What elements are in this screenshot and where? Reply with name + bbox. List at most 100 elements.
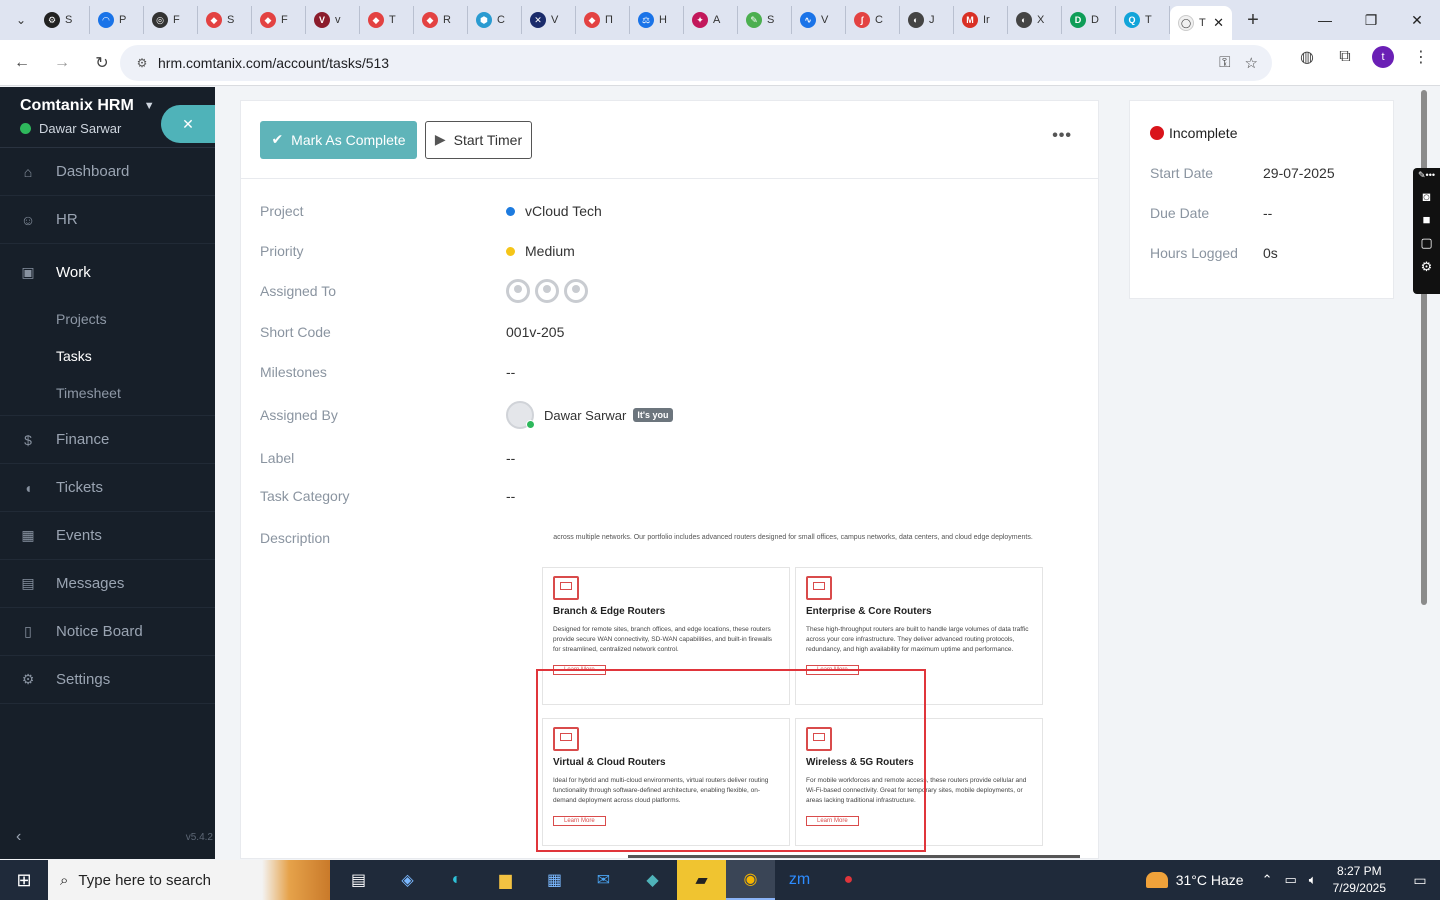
browser-menu-icon[interactable]: ⋮ xyxy=(1410,47,1432,67)
notifications-icon[interactable]: ▭ xyxy=(1400,872,1440,889)
browser-tab[interactable]: ◆ S xyxy=(198,6,252,34)
sidebar-item-dashboard[interactable]: ⌂ Dashboard xyxy=(0,148,215,196)
close-sidebar-button[interactable]: ✕ xyxy=(161,105,215,143)
browser-tab[interactable]: ⚖ H xyxy=(630,6,684,34)
close-tab-icon[interactable]: ✕ xyxy=(1213,15,1224,31)
horizontal-scrollbar[interactable] xyxy=(628,855,1080,858)
copilot-icon[interactable]: ◈ xyxy=(383,860,432,900)
browser-tab[interactable]: ✦ A xyxy=(684,6,738,34)
task-category-value: -- xyxy=(506,488,516,504)
weather-widget[interactable]: 31°C Haze xyxy=(1145,872,1244,888)
new-tab-button[interactable]: + xyxy=(1238,9,1268,32)
browser-tab[interactable]: ◆ F xyxy=(252,6,306,34)
minimize-icon[interactable]: — xyxy=(1302,0,1348,40)
app-diamond-icon[interactable]: ◆ xyxy=(628,860,677,900)
sticky-notes-icon[interactable]: ▰ xyxy=(677,860,726,900)
site-info-icon[interactable]: ⚙ xyxy=(128,56,156,70)
avatar[interactable] xyxy=(506,279,530,303)
browser-tab[interactable]: ◆ П xyxy=(576,6,630,34)
password-key-icon[interactable]: ⚿ xyxy=(1219,54,1230,72)
label-value: -- xyxy=(506,450,516,466)
edge-icon[interactable]: ◐ xyxy=(432,860,481,900)
reload-icon[interactable]: ↻ xyxy=(84,45,120,81)
menu-icon: ☺ xyxy=(20,211,36,228)
mark-complete-button[interactable]: ✔ Mark As Complete xyxy=(260,120,417,159)
avatar[interactable] xyxy=(506,401,535,429)
gear-icon[interactable]: ⚙ xyxy=(1421,259,1433,275)
extensions-puzzle-icon[interactable]: ⧉ xyxy=(1334,48,1356,66)
start-timer-button[interactable]: ▶ Start Timer xyxy=(425,120,532,159)
store-icon[interactable]: ▦ xyxy=(530,860,579,900)
browser-tab[interactable]: ∫ C xyxy=(846,6,900,34)
profile-avatar[interactable]: t xyxy=(1372,46,1394,68)
avatar[interactable] xyxy=(564,279,588,303)
sidebar-item-events[interactable]: ▦ Events xyxy=(0,512,215,560)
zoom-icon[interactable]: zm xyxy=(775,860,824,900)
sidebar-item-tickets[interactable]: ◖ Tickets xyxy=(0,464,215,512)
url-text[interactable]: hrm.comtanix.com/account/tasks/513 xyxy=(158,55,389,71)
browser-tab[interactable]: ⬢ C xyxy=(468,6,522,34)
browser-tab[interactable]: M Ir xyxy=(954,6,1008,34)
sidebar-subitem-timesheet[interactable]: Timesheet xyxy=(0,374,215,411)
network-icon[interactable]: ▭ xyxy=(1285,872,1297,888)
browser-tab[interactable]: ◐ X xyxy=(1008,6,1062,34)
sidebar-item-label: Events xyxy=(56,527,102,544)
clock-date: 7/29/2025 xyxy=(1332,881,1386,895)
browser-tab[interactable]: QT xyxy=(1116,6,1170,34)
tray-chevron-up-icon[interactable]: ⌃ xyxy=(1262,872,1273,888)
browser-tab[interactable]: ◆ R xyxy=(414,6,468,34)
task-view-icon[interactable]: ▤ xyxy=(334,860,383,900)
router-icon xyxy=(806,576,832,600)
sidebar-subitem-projects[interactable]: Projects xyxy=(0,300,215,337)
clock[interactable]: 8:27 PM 7/29/2025 xyxy=(1333,863,1386,897)
browser-tab[interactable]: DD xyxy=(1062,6,1116,34)
browser-tab[interactable]: ◐ J xyxy=(900,6,954,34)
sidebar-item-work[interactable]: ▣ Work xyxy=(0,244,215,300)
tab-label: J xyxy=(929,14,935,26)
status-dot-icon xyxy=(1150,126,1164,140)
sidebar-subitem-tasks[interactable]: Tasks xyxy=(0,337,215,374)
collapse-sidebar-icon[interactable]: ‹ xyxy=(16,828,21,846)
tab-favicon-icon: ◆ xyxy=(368,12,384,28)
windows-start-icon[interactable]: ⊞ xyxy=(0,860,48,900)
window-icon[interactable]: ▢ xyxy=(1420,235,1432,251)
tab-search-chevron-icon[interactable]: ⌄ xyxy=(6,5,36,35)
translate-globe-icon[interactable]: ◍ xyxy=(1296,47,1318,67)
video-camera-icon[interactable]: ■ xyxy=(1423,212,1431,227)
sidebar-item-messages[interactable]: ▤ Messages xyxy=(0,560,215,608)
back-icon[interactable]: ← xyxy=(4,45,40,81)
camera-icon[interactable]: ◙ xyxy=(1423,189,1431,204)
file-explorer-icon[interactable]: ▆ xyxy=(481,860,530,900)
sidebar-item-settings[interactable]: ⚙ Settings xyxy=(0,656,215,704)
address-bar[interactable]: ⚙ hrm.comtanix.com/account/tasks/513 ⚿ ☆ xyxy=(120,45,1272,81)
avatar[interactable] xyxy=(535,279,559,303)
mail-icon[interactable]: ✉ xyxy=(579,860,628,900)
browser-tab[interactable]: ✎ S xyxy=(738,6,792,34)
tab-active[interactable]: ◯ T ✕ xyxy=(1170,6,1232,40)
project-link[interactable]: vCloud Tech xyxy=(506,203,602,219)
sidebar-item-notice-board[interactable]: ▯ Notice Board xyxy=(0,608,215,656)
pen-icon[interactable]: ✎••• xyxy=(1418,170,1435,181)
browser-tab[interactable]: ◆ T xyxy=(360,6,414,34)
restore-icon[interactable]: ❐ xyxy=(1348,0,1394,40)
recorder-icon[interactable]: ● xyxy=(824,860,873,900)
browser-tab[interactable]: ✕ V xyxy=(522,6,576,34)
chrome-icon[interactable]: ◉ xyxy=(726,860,775,900)
close-window-icon[interactable]: ✕ xyxy=(1394,0,1440,40)
system-tray: 31°C Haze ⌃ ▭ 🔈︎ 8:27 PM 7/29/2025 ▭ xyxy=(1145,860,1440,900)
field-assigned-to: Assigned To xyxy=(260,279,1080,303)
browser-tab[interactable]: Vv xyxy=(306,6,360,34)
volume-icon[interactable]: 🔈︎ xyxy=(1309,872,1317,888)
start-timer-label: Start Timer xyxy=(453,131,523,148)
status-row-value: 0s xyxy=(1263,245,1278,261)
sidebar-item-hr[interactable]: ☺ HR xyxy=(0,196,215,244)
taskbar-search-input[interactable]: ⌕ Type here to search xyxy=(48,860,330,900)
browser-tab[interactable]: ◠ P xyxy=(90,6,144,34)
sidebar-item-finance[interactable]: $ Finance xyxy=(0,416,215,464)
browser-tab[interactable]: ∿ V xyxy=(792,6,846,34)
browser-tab[interactable]: ⚙ S xyxy=(36,6,90,34)
bookmark-star-icon[interactable]: ☆ xyxy=(1245,54,1258,72)
browser-tab[interactable]: ◎ F xyxy=(144,6,198,34)
more-options-icon[interactable]: ••• xyxy=(1052,127,1072,145)
forward-icon[interactable]: → xyxy=(44,45,80,81)
